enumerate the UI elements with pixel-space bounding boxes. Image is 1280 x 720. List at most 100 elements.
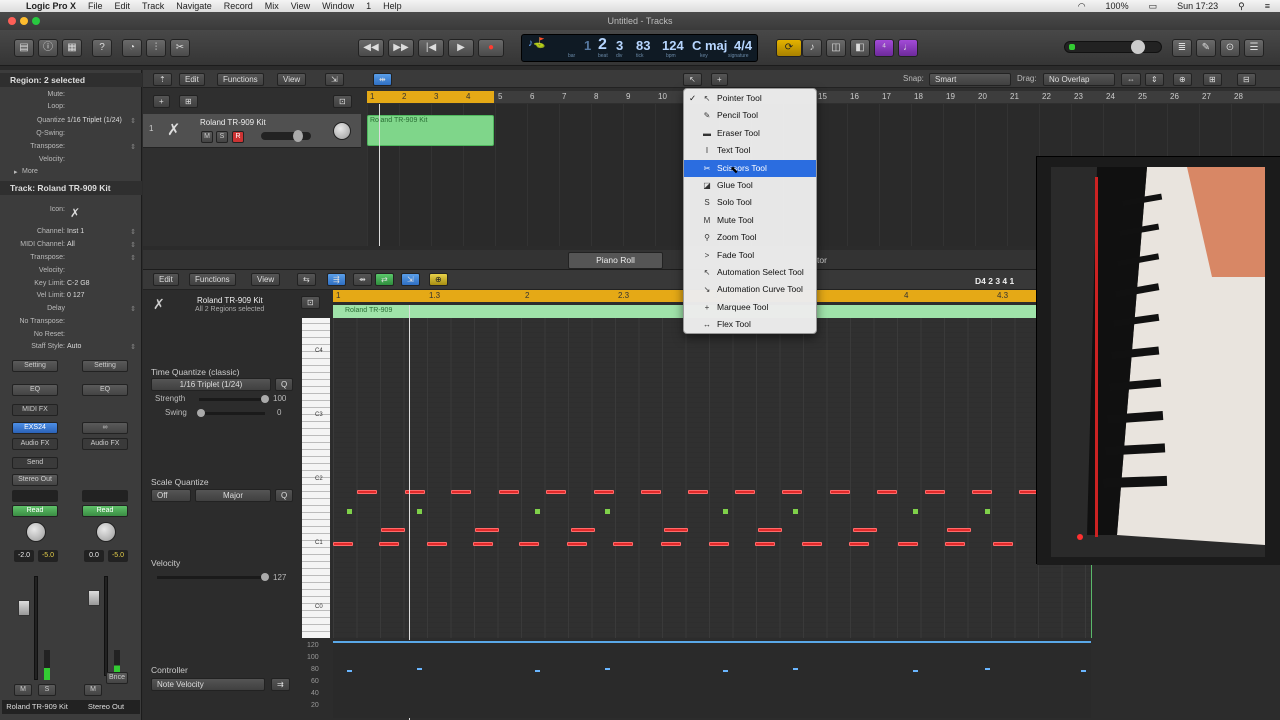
pr-collapse-mode-button[interactable]: ⊕	[429, 273, 448, 286]
tuner-button[interactable]: ♪	[802, 39, 822, 57]
strip1-setting-button[interactable]: Setting	[12, 360, 58, 372]
midi-note[interactable]	[571, 528, 595, 532]
strip1-eq-button[interactable]: EQ	[12, 384, 58, 396]
wifi-icon[interactable]: ◠	[1078, 1, 1086, 12]
velocity-marker[interactable]	[347, 670, 352, 672]
menu-file[interactable]: File	[88, 1, 103, 11]
midi-note[interactable]	[688, 490, 708, 494]
velocity-marker[interactable]	[417, 668, 422, 670]
fast-forward-button[interactable]: ▶▶	[388, 39, 414, 57]
midi-note[interactable]	[758, 528, 782, 532]
playhead[interactable]	[379, 104, 380, 246]
catch-button[interactable]: ⇲	[325, 73, 344, 86]
midi-note[interactable]	[802, 542, 822, 546]
midi-note[interactable]	[546, 490, 566, 494]
menu-item-solo-tool[interactable]: S Solo Tool	[684, 194, 816, 211]
tracks-ruler[interactable]: 1 2 3 4 5 6 7 8 9 10 15 16 17 18 19 20 2…	[367, 91, 1280, 103]
strip1-fader-handle[interactable]	[18, 600, 30, 616]
midi-note[interactable]	[925, 490, 945, 494]
velocity-slider[interactable]	[157, 573, 269, 581]
midi-note[interactable]	[972, 490, 992, 494]
midi-region[interactable]: Roland TR-909 Kit	[367, 115, 494, 146]
midi-note[interactable]	[473, 542, 493, 546]
pr-link-button[interactable]: ⇄	[375, 273, 394, 286]
drum-kit-icon[interactable]: ✗	[70, 206, 80, 220]
play-button[interactable]: ▶	[448, 39, 474, 57]
pr-catch-button[interactable]: ⇲	[401, 273, 420, 286]
new-track-stack-button[interactable]: ⊞	[179, 95, 198, 108]
track-volume-slider[interactable]	[261, 130, 311, 142]
controller-menu[interactable]: Note Velocity	[151, 678, 265, 691]
midi-note[interactable]	[567, 542, 587, 546]
strip1-group-slot[interactable]	[12, 490, 58, 502]
tracks-functions-menu[interactable]: Functions	[217, 73, 264, 86]
scale-quantize-scale-menu[interactable]: Major	[195, 489, 271, 502]
scale-quantize-q-button[interactable]: Q	[275, 489, 294, 502]
strip2-mute-button[interactable]: M	[84, 684, 102, 696]
midi-note[interactable]	[379, 542, 399, 546]
midi-note[interactable]	[519, 542, 539, 546]
strip2-setting-button[interactable]: Setting	[82, 360, 128, 372]
menu-window[interactable]: Window	[322, 1, 354, 11]
smart-controls-button[interactable]: ◔	[122, 39, 142, 57]
strip1-solo-button[interactable]: S	[38, 684, 56, 696]
pr-region-config-button[interactable]: ⊡	[301, 296, 320, 309]
midi-note[interactable]	[475, 528, 499, 532]
strip2-name[interactable]: Stereo Out	[72, 700, 140, 714]
strip1-audiofx-slot[interactable]: Audio FX	[12, 438, 58, 450]
strip1-automation-read[interactable]: Read	[12, 505, 58, 517]
region-inspector-header[interactable]: Region: 2 selected	[0, 73, 142, 87]
menu-edit[interactable]: Edit	[115, 1, 131, 11]
midi-note[interactable]	[661, 542, 681, 546]
strip1-mute-button[interactable]: M	[14, 684, 32, 696]
tracks-edit-menu[interactable]: Edit	[179, 73, 205, 86]
midi-note[interactable]	[830, 490, 850, 494]
midi-note[interactable]	[853, 528, 877, 532]
strip1-pan-knob[interactable]	[26, 522, 46, 542]
track-mute-button[interactable]: M	[201, 131, 213, 143]
midi-note[interactable]	[945, 542, 965, 546]
waveform-zoom-button[interactable]: ⇔	[1121, 73, 1141, 86]
pr-midi-out-button[interactable]: ⇴	[353, 273, 372, 286]
loop-browser-button[interactable]: ⊙	[1220, 39, 1240, 57]
tab-step-editor-partial[interactable]: tor	[817, 255, 827, 265]
region-mute-row[interactable]: Mute:	[0, 91, 142, 103]
zoom-slider-a[interactable]: ⊕	[1173, 73, 1192, 86]
selected-midi-note[interactable]	[535, 509, 540, 514]
lcd-mode-icon[interactable]: ♪⛳	[528, 38, 545, 49]
drag-menu[interactable]: No Overlap	[1043, 73, 1115, 86]
swing-slider[interactable]	[197, 409, 265, 417]
vertical-zoom-button[interactable]: ⇕	[1145, 73, 1164, 86]
track-no-transpose-row[interactable]: No Transpose:	[0, 318, 142, 330]
replace-button[interactable]: ◧	[850, 39, 870, 57]
editors-button[interactable]: ✂	[170, 39, 190, 57]
track-staff-style-row[interactable]: Staff Style: Auto ⇕	[0, 343, 142, 355]
midi-note[interactable]	[898, 542, 918, 546]
midi-note[interactable]	[451, 490, 471, 494]
strip2-eq-button[interactable]: EQ	[82, 384, 128, 396]
menu-item-eraser-tool[interactable]: ▬ Eraser Tool	[684, 125, 816, 142]
solo-mode-button[interactable]: ◫	[826, 39, 846, 57]
track-no-reset-row[interactable]: No Reset:	[0, 331, 142, 343]
midi-note[interactable]	[641, 490, 661, 494]
pr-edit-menu[interactable]: Edit	[153, 273, 179, 286]
pr-midi-in-button[interactable]: ⇶	[327, 273, 346, 286]
menu-item-mute-tool[interactable]: M Mute Tool	[684, 212, 816, 229]
note-grid[interactable]	[333, 318, 1105, 638]
strip1-output-slot[interactable]: Stereo Out	[12, 474, 58, 486]
velocity-marker[interactable]	[1081, 670, 1086, 672]
menu-item-pencil-tool[interactable]: ✎ Pencil Tool	[684, 107, 816, 124]
selected-midi-note[interactable]	[913, 509, 918, 514]
velocity-lane[interactable]	[333, 640, 1091, 718]
menu-item-automation-curve-tool[interactable]: ↘ Automation Curve Tool	[684, 281, 816, 298]
toolbar-toggle-button[interactable]: ▦	[62, 39, 82, 57]
midi-note[interactable]	[877, 490, 897, 494]
strip1-name[interactable]: Roland TR-909 Kit	[2, 700, 72, 714]
menu-help[interactable]: Help	[383, 1, 402, 11]
battery-level[interactable]: 100%	[1106, 1, 1129, 11]
zoom-slider-c[interactable]: ⊟	[1237, 73, 1256, 86]
pr-functions-menu[interactable]: Functions	[189, 273, 236, 286]
menu-item-zoom-tool[interactable]: ⚲ Zoom Tool	[684, 229, 816, 246]
track-velocity-row[interactable]: Velocity:	[0, 267, 142, 279]
track-record-button[interactable]: R	[232, 131, 244, 143]
